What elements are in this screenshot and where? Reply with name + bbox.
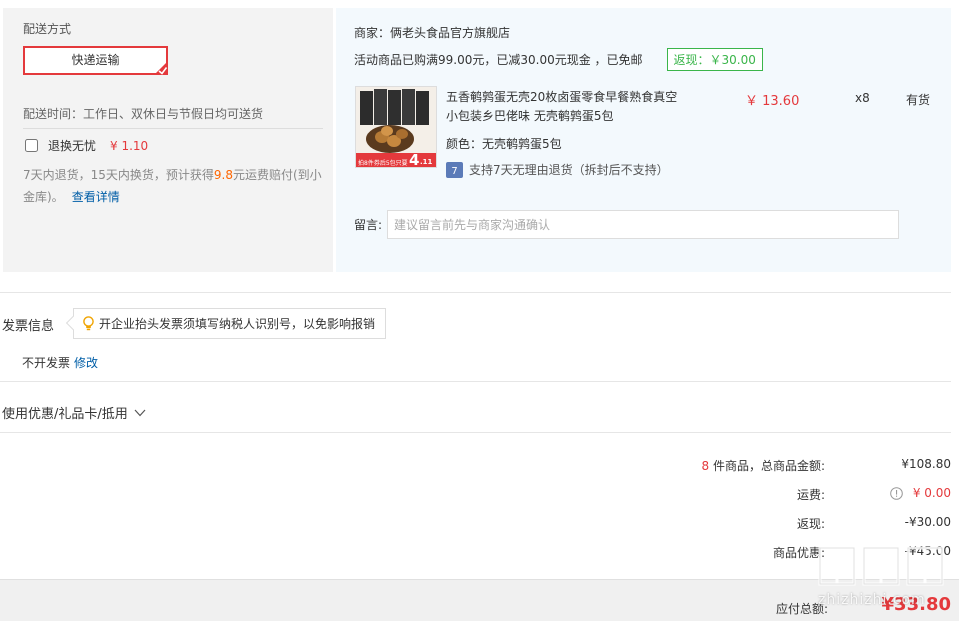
note-input[interactable] <box>387 210 899 239</box>
summary-rebate-value: -¥30.00 <box>904 515 951 529</box>
return-insurance-desc: 7天内退货，15天内换货，预计获得9.8元运费赔付(到小金库)。 查看详情 <box>23 164 323 208</box>
summary-shipping-label: 运费: <box>796 488 825 502</box>
product-image-banner: 拍8件券后5包只要 <box>358 160 408 167</box>
promo-text: 活动商品已购满99.00元，已减30.00元现金 ，已免邮 <box>354 53 643 67</box>
summary-discount-row: 商品优惠: -¥45.00 <box>551 544 951 562</box>
product-color: 颜色：无壳鹌鹑蛋5包 <box>446 137 562 151</box>
summary-discount-label: 商品优惠: <box>772 546 825 560</box>
chevron-down-icon <box>134 409 146 416</box>
invoice-status-text: 不开发票 <box>22 356 71 370</box>
store-panel: 商家：俩老头食品官方旗舰店 活动商品已购满99.00元，已减30.00元现金 ，… <box>336 8 951 272</box>
divider <box>0 381 951 382</box>
product-support-text: 支持7天无理由退货（拆封后不支持） <box>469 163 669 177</box>
info-icon[interactable] <box>890 487 903 500</box>
summary-rebate-label: 返现: <box>796 517 825 531</box>
summary-goods-row: 8 件商品，总商品金额: ¥108.80 <box>551 457 952 475</box>
item-count-suffix: 件商品，总商品金额: <box>709 459 825 473</box>
summary-discount-value: -¥45.00 <box>904 544 951 558</box>
coupon-toggle[interactable]: 使用优惠/礼品卡/抵用 <box>2 403 146 422</box>
summary-goods-value: ¥108.80 <box>901 457 951 471</box>
return-desc-amount: 9.8 <box>213 168 233 182</box>
return-desc-prefix: 7天内退货，15天内换货，预计获得 <box>23 168 214 182</box>
lightbulb-icon <box>83 316 94 331</box>
tip-arrow <box>65 315 81 331</box>
order-total-bar: 应付总额: ¥33.80 <box>0 579 959 621</box>
product-image[interactable]: 拍8件券后5包只要 4 .11 <box>355 86 437 168</box>
express-shipping-option[interactable]: 快递运输 <box>23 46 168 75</box>
product-price: ￥ 13.60 <box>745 94 800 109</box>
product-stock: 有货 <box>906 93 931 107</box>
return-insurance-row: 退换无忧 ¥ 1.10 <box>25 137 148 154</box>
svg-text:7: 7 <box>451 166 457 177</box>
invoice-tip-text: 开企业抬头发票须填写纳税人识别号，以免影响报销 <box>99 317 376 331</box>
summary-rebate-row: 返现: -¥30.00 <box>551 515 951 533</box>
product-support: 7 支持7天无理由退货（拆封后不支持） <box>446 161 669 178</box>
item-count: 8 <box>701 459 710 473</box>
summary-goods-label: 8 件商品，总商品金额: <box>702 457 826 474</box>
product-thumbnail-icon <box>356 87 436 167</box>
summary-shipping-row: 运费: ¥ 0.00 <box>551 486 951 504</box>
return-insurance-label: 退换无忧 <box>48 139 97 153</box>
divider <box>0 432 951 433</box>
shipping-title: 配送方式 <box>23 22 72 36</box>
selected-check-icon <box>154 61 168 75</box>
delivery-time: 配送时间：工作日、双休日与节假日均可送货 <box>23 107 264 121</box>
coupon-label: 使用优惠/礼品卡/抵用 <box>2 407 128 422</box>
invoice-status: 不开发票 修改 <box>22 354 98 371</box>
product-image-badge-small: .11 <box>420 158 433 166</box>
invoice-title: 发票信息 <box>2 319 55 334</box>
express-shipping-label: 快递运输 <box>71 53 120 67</box>
view-details-link[interactable]: 查看详情 <box>72 190 120 204</box>
watermark-text: zhizhizhi.com <box>818 592 926 608</box>
product-title[interactable]: 五香鹌鹑蛋无壳20枚卤蛋零食早餐熟食真空小包装乡巴佬味 无壳鹌鹑蛋5包 <box>446 88 686 126</box>
invoice-tip: 开企业抬头发票须填写纳税人识别号，以免影响报销 <box>65 308 387 339</box>
promo-row: 活动商品已购满99.00元，已减30.00元现金 ，已免邮 返现：￥30.00 <box>354 48 763 71</box>
divider <box>23 128 323 129</box>
product-image-badge: 4 <box>409 151 420 168</box>
divider <box>0 292 951 293</box>
store-name: 商家：俩老头食品官方旗舰店 <box>354 26 511 40</box>
shipping-panel: 配送方式 快递运输 配送时间：工作日、双休日与节假日均可送货 退换无忧 ¥ 1.… <box>3 8 333 272</box>
return-insurance-checkbox[interactable] <box>25 139 38 152</box>
return-insurance-price: ¥ 1.10 <box>110 138 149 153</box>
product-quantity: x8 <box>855 91 870 105</box>
invoice-edit-link[interactable]: 修改 <box>74 356 98 370</box>
note-label: 留言: <box>354 218 383 232</box>
summary-shipping-value: ¥ 0.00 <box>912 486 951 500</box>
return-policy-icon: 7 <box>446 161 463 178</box>
rebate-badge: 返现：￥30.00 <box>666 48 763 71</box>
